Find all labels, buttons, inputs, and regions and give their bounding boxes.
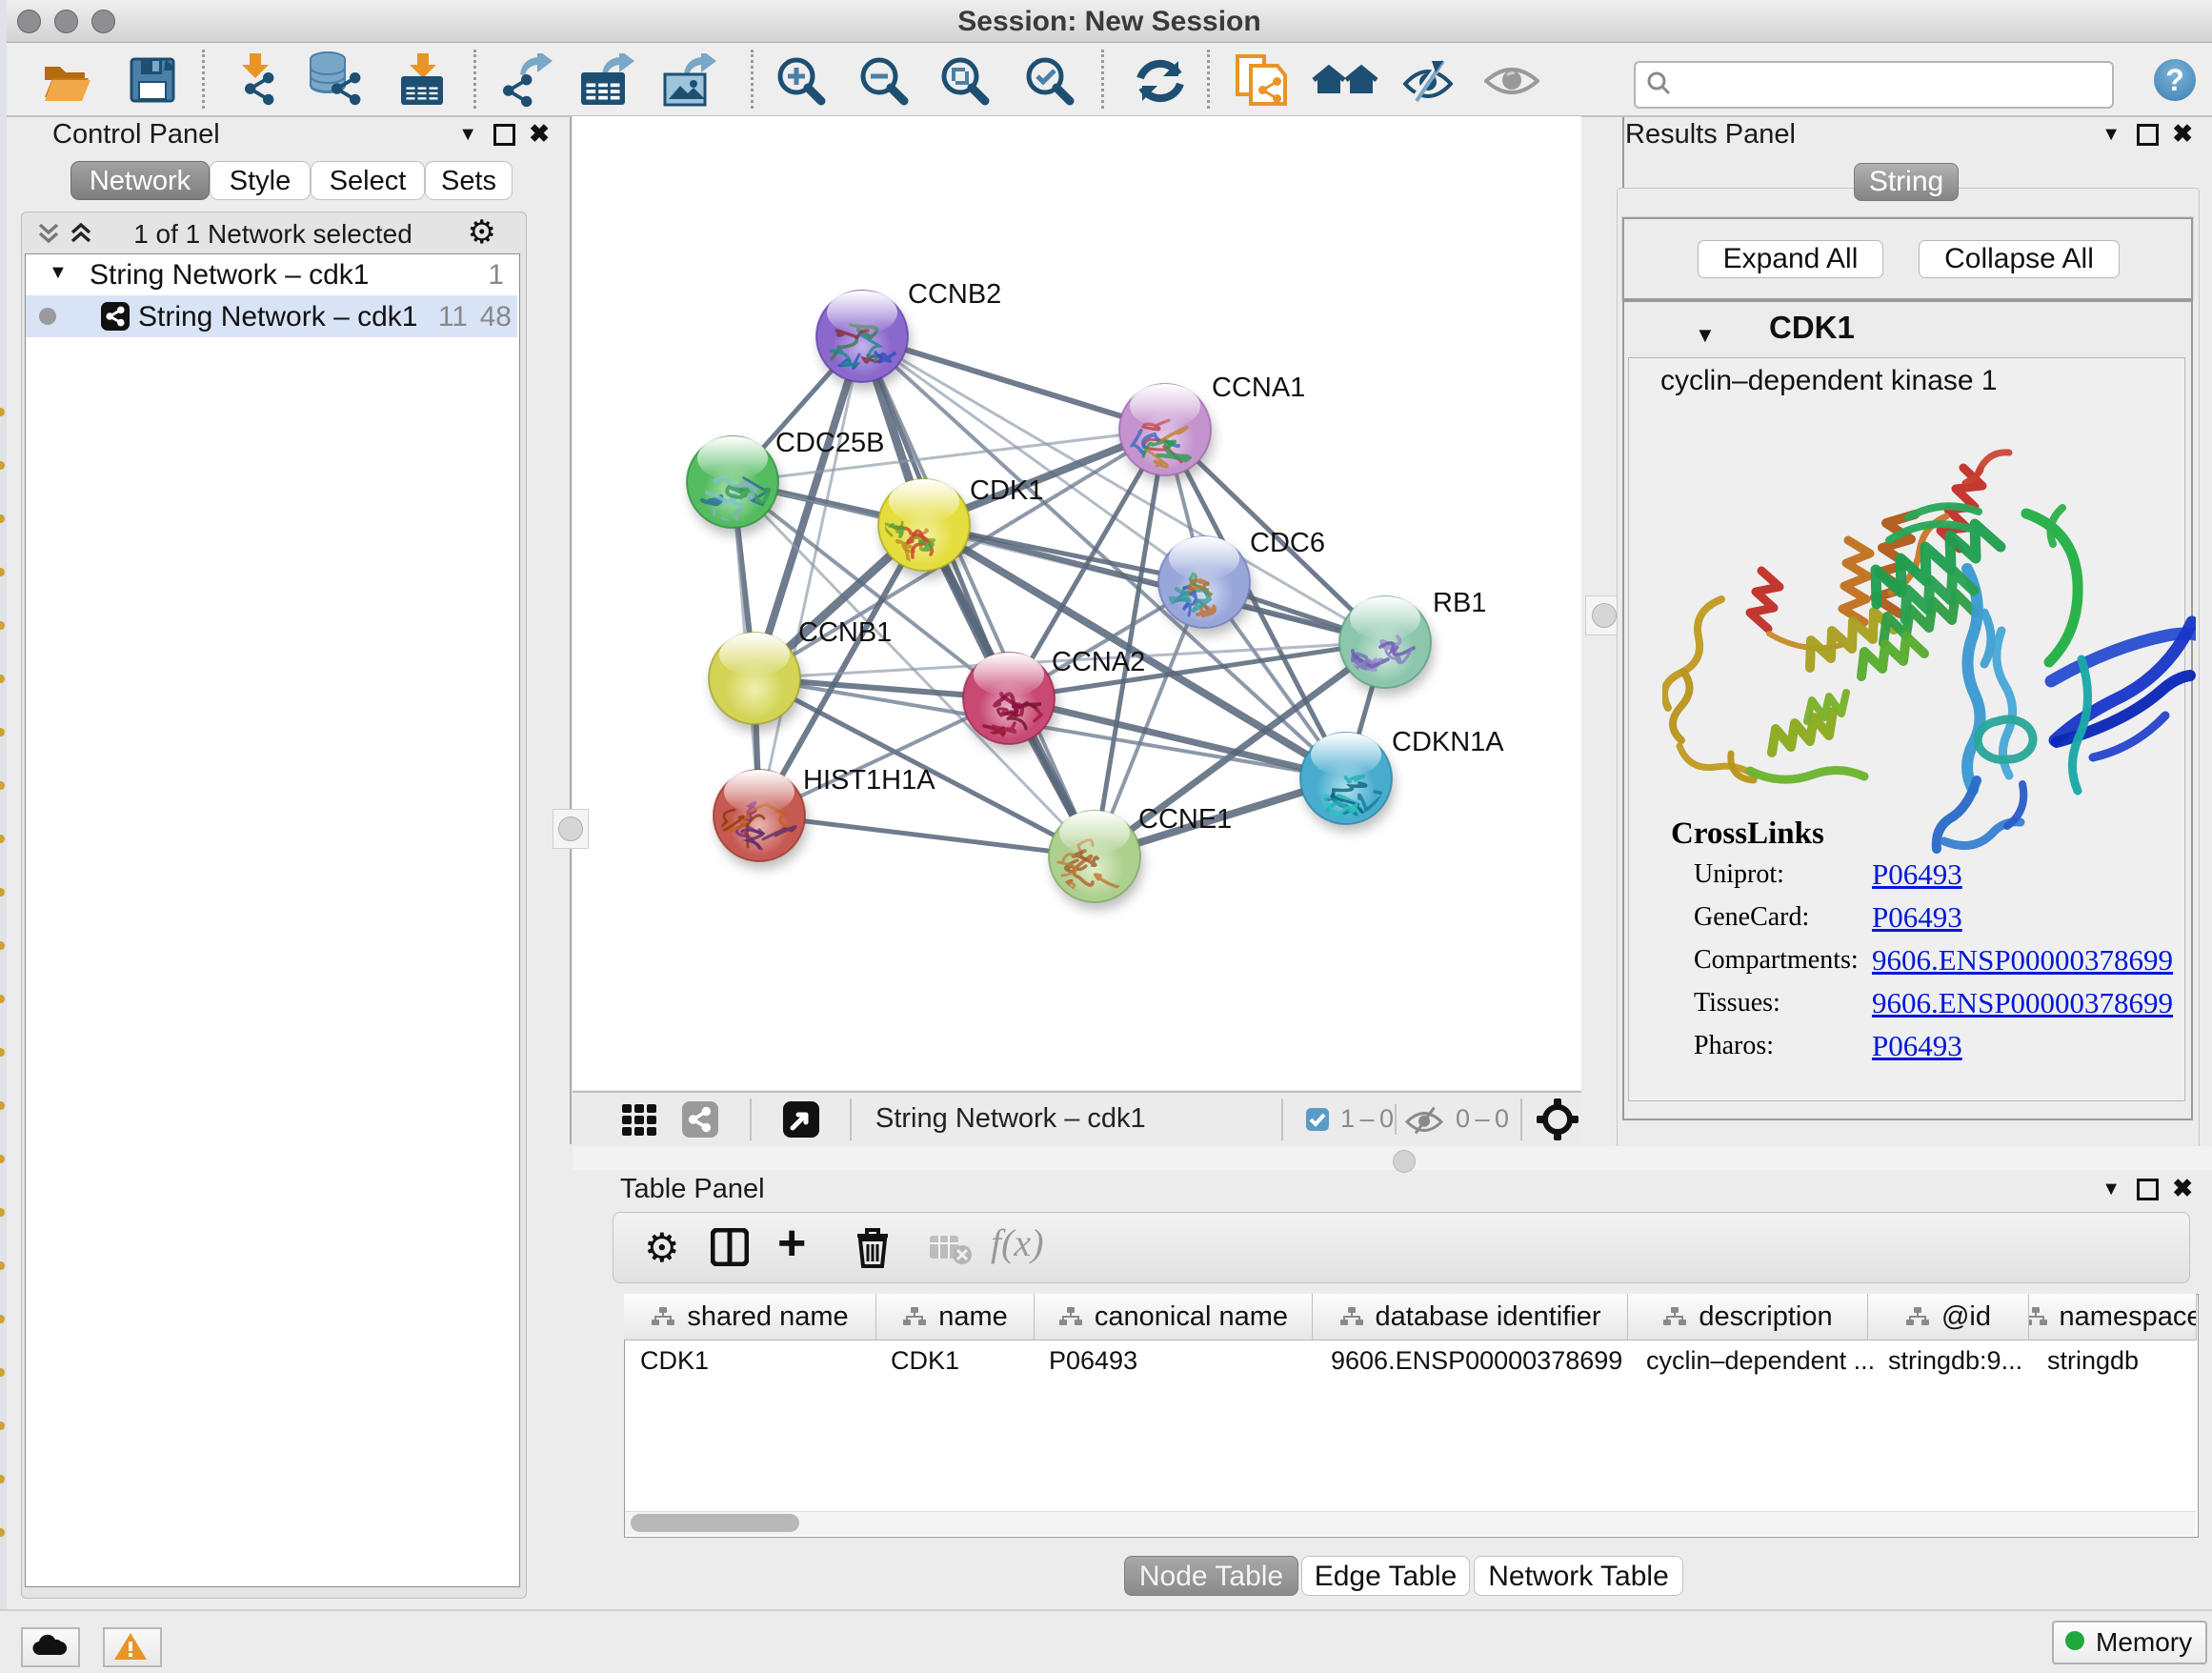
svg-text:CCNE1: CCNE1	[1138, 804, 1232, 835]
svg-text:CDC6: CDC6	[1250, 528, 1325, 558]
svg-text:CDKN1A: CDKN1A	[1392, 727, 1504, 757]
svg-text:CCNB2: CCNB2	[908, 279, 1001, 310]
svg-text:CDC25B: CDC25B	[775, 428, 884, 458]
svg-text:CCNB1: CCNB1	[798, 617, 892, 648]
svg-text:RB1: RB1	[1433, 588, 1486, 618]
svg-text:CCNA1: CCNA1	[1212, 373, 1305, 403]
svg-text:CCNA2: CCNA2	[1052, 647, 1145, 677]
svg-text:HIST1H1A: HIST1H1A	[803, 765, 935, 796]
svg-text:CDK1: CDK1	[970, 475, 1043, 506]
